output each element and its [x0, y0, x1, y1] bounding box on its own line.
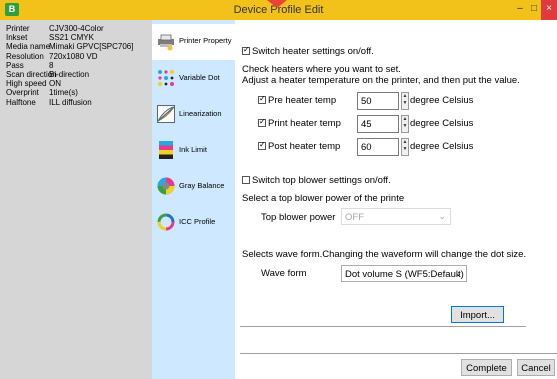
nav-item-printer-property[interactable]: Printer Property: [152, 24, 235, 60]
checkbox-box[interactable]: [242, 47, 250, 55]
printer-property-panel: Switch heater settings on/off. Check hea…: [235, 20, 557, 379]
pre-heater-spinner[interactable]: ▲ ▼: [401, 92, 409, 110]
checkbox-box[interactable]: [258, 96, 266, 104]
wave-form-select[interactable]: Dot volume S (WF5:Default) ⌄: [341, 265, 467, 282]
info-row: Halftone ILL diffusion: [6, 98, 152, 107]
checkbox-label: Post heater temp: [268, 141, 341, 152]
info-value: ON: [49, 79, 61, 89]
linearization-icon: [157, 105, 175, 123]
nav-label: Ink Limit: [179, 145, 207, 154]
nav-label: Linearization: [179, 109, 222, 118]
heater-description: Adjust a heater temperature on the print…: [242, 75, 520, 86]
settings-nav: Printer Property Variable Dot Linearizat…: [152, 20, 235, 379]
unit-label: degree Celsius: [410, 118, 474, 129]
checkbox-label: Pre heater temp: [268, 95, 337, 106]
nav-item-gray-balance[interactable]: Gray Balance: [152, 168, 235, 204]
post-heater-temp-input[interactable]: 60: [357, 138, 399, 156]
top-blower-power-select[interactable]: OFF ⌄: [341, 208, 451, 225]
import-button[interactable]: Import...: [451, 306, 504, 323]
pre-heater-temp-input[interactable]: 50: [357, 92, 399, 110]
checkbox-box[interactable]: [258, 119, 266, 127]
select-value: Dot volume S (WF5:Default): [345, 269, 464, 280]
chevron-down-icon: ⌄: [438, 211, 446, 221]
info-key: High speed: [6, 79, 47, 89]
info-key: Scan direction: [6, 70, 57, 80]
info-value: 720x1080 VD: [49, 51, 98, 61]
info-row: Scan direction Bi-direction: [6, 70, 152, 79]
info-key: Resolution: [6, 51, 44, 61]
info-value: 8: [49, 60, 54, 70]
wave-form-label: Wave form: [261, 268, 307, 279]
info-key: Halftone: [6, 97, 36, 107]
checkbox-box[interactable]: [242, 176, 250, 184]
print-heater-temp-input[interactable]: 45: [357, 115, 399, 133]
info-key: Media name: [6, 42, 51, 52]
chevron-down-icon: ⌄: [454, 268, 462, 278]
red-pointer-marker: [267, 0, 287, 8]
divider: [240, 353, 557, 354]
nav-item-linearization[interactable]: Linearization: [152, 96, 235, 132]
info-row: Printer CJV300-4Color: [6, 24, 152, 33]
heater-description: Check heaters where you want to set.: [242, 64, 401, 75]
nav-item-ink-limit[interactable]: Ink Limit: [152, 132, 235, 168]
profile-info-panel: Printer CJV300-4Color Inkset SS21 CMYK Med…: [0, 20, 152, 379]
info-value: 1time(s): [49, 88, 78, 98]
checkbox-box[interactable]: [258, 142, 266, 150]
ink-limit-icon: [159, 141, 173, 159]
info-row: Inkset SS21 CMYK: [6, 33, 152, 42]
info-value: CJV300-4Color: [49, 24, 104, 33]
nav-label: Gray Balance: [179, 181, 225, 190]
unit-label: degree Celsius: [410, 95, 474, 106]
icc-ring-icon: [157, 213, 175, 231]
info-value: Mimaki GPVC[SPC706]: [49, 42, 134, 52]
info-row: High speed ON: [6, 79, 152, 88]
cancel-button[interactable]: Cancel: [517, 359, 555, 376]
checkbox-label: Switch heater settings on/off.: [252, 46, 374, 57]
blower-switch-checkbox[interactable]: Switch top blower settings on/off.: [242, 175, 391, 186]
pre-heater-checkbox[interactable]: Pre heater temp: [258, 95, 336, 106]
nav-label: ICC Profile: [179, 217, 216, 226]
close-button[interactable]: ×: [541, 0, 557, 20]
post-heater-spinner[interactable]: ▲ ▼: [401, 138, 409, 156]
print-heater-checkbox[interactable]: Print heater temp: [258, 118, 341, 129]
info-row: Media name Mimaki GPVC[SPC706]: [6, 42, 152, 51]
info-value: Bi-direction: [49, 70, 90, 80]
top-blower-power-label: Top blower power: [261, 212, 336, 223]
checkbox-label: Switch top blower settings on/off.: [252, 175, 391, 186]
dots-icon: [158, 70, 174, 86]
nav-item-variable-dot[interactable]: Variable Dot: [152, 60, 235, 96]
print-heater-spinner[interactable]: ▲ ▼: [401, 115, 409, 133]
info-value: SS21 CMYK: [49, 33, 94, 43]
select-value: OFF: [345, 212, 364, 223]
nav-label: Printer Property: [179, 36, 232, 45]
maximize-button[interactable]: □: [527, 0, 541, 20]
divider: [240, 326, 526, 327]
info-key: Printer: [6, 24, 30, 33]
info-key: Overprint: [6, 88, 39, 98]
nav-label: Variable Dot: [179, 73, 220, 82]
unit-label: degree Celsius: [410, 141, 474, 152]
heater-switch-checkbox[interactable]: Switch heater settings on/off.: [242, 46, 374, 57]
minimize-button[interactable]: –: [513, 0, 527, 20]
nav-item-icc-profile[interactable]: ICC Profile: [152, 204, 235, 240]
checkbox-label: Print heater temp: [268, 118, 341, 129]
post-heater-checkbox[interactable]: Post heater temp: [258, 141, 340, 152]
complete-button[interactable]: Complete: [461, 359, 512, 376]
blower-description: Select a top blower power of the printe: [242, 193, 405, 204]
wave-description: Selects wave form.Changing the waveform …: [242, 249, 527, 260]
info-row: Pass 8: [6, 61, 152, 70]
info-key: Inkset: [6, 33, 28, 43]
info-row: Resolution 720x1080 VD: [6, 52, 152, 61]
info-key: Pass: [6, 60, 24, 70]
info-row: Overprint 1time(s): [6, 88, 152, 97]
printer-icon: [158, 34, 174, 51]
gray-balance-icon: [157, 177, 175, 195]
info-value: ILL diffusion: [49, 97, 92, 107]
